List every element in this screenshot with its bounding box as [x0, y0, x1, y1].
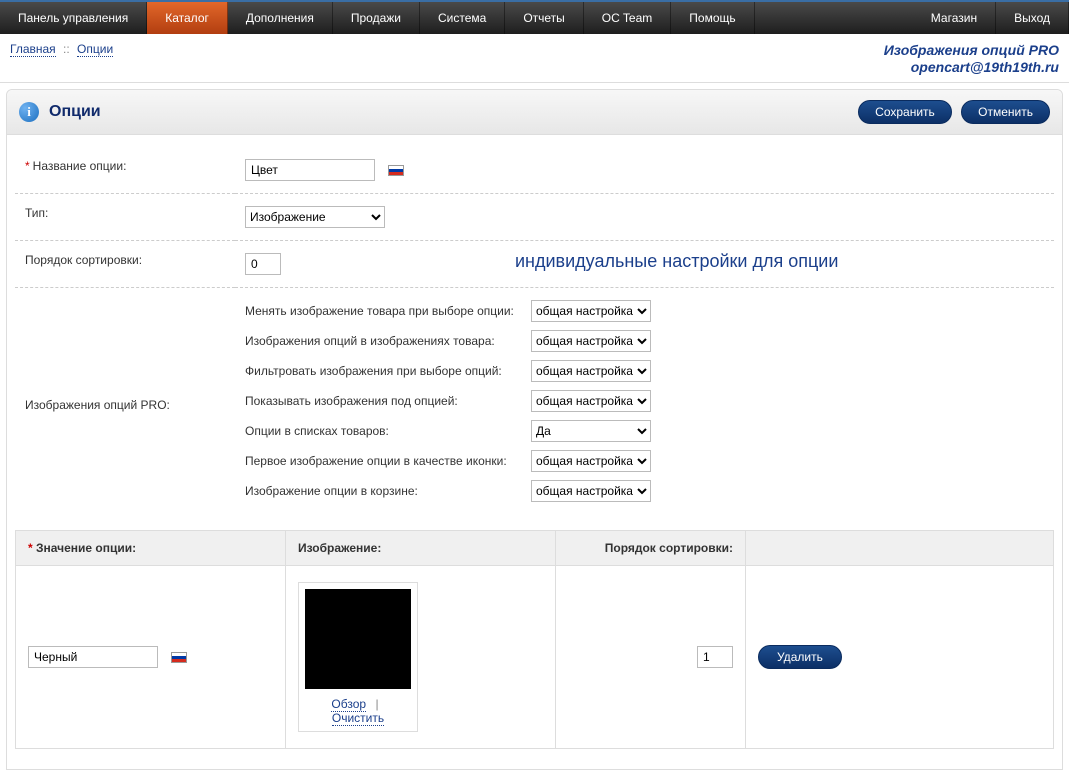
content-panel: i Опции Сохранить Отменить *Название опц…: [6, 89, 1063, 770]
breadcrumb: Главная :: Опции: [10, 42, 113, 56]
menu-store[interactable]: Магазин: [913, 2, 996, 34]
clear-link[interactable]: Очистить: [332, 711, 384, 726]
info-icon: i: [19, 102, 39, 122]
breadcrumb-current[interactable]: Опции: [77, 42, 113, 57]
flag-icon: [171, 652, 187, 663]
menu-extensions[interactable]: Дополнения: [228, 2, 333, 34]
col-actions: [746, 530, 1054, 565]
sort-order-label: Порядок сортировки:: [15, 240, 235, 287]
individual-settings-banner: индивидуальные настройки для опции: [515, 249, 838, 272]
pro-setting-select-2[interactable]: общая настройка: [531, 360, 651, 382]
content-header: i Опции Сохранить Отменить: [7, 90, 1062, 135]
top-menu-right: Магазин Выход: [913, 2, 1069, 34]
pro-setting-select-6[interactable]: общая настройка: [531, 480, 651, 502]
promo-line2: opencart@19th19th.ru: [884, 59, 1059, 76]
pro-setting-label: Опции в списках товаров:: [245, 424, 531, 438]
option-type-select[interactable]: Изображение: [245, 206, 385, 228]
col-sort: Порядок сортировки:: [556, 530, 746, 565]
col-value-name: * Значение опции:: [16, 530, 286, 565]
pro-settings-list: Менять изображение товара при выборе опц…: [245, 300, 1044, 502]
pro-setting-label: Изображения опций в изображениях товара:: [245, 334, 531, 348]
table-row: Обзор | Очистить Удалить: [16, 565, 1054, 748]
value-sort-input[interactable]: [697, 646, 733, 668]
pro-setting-select-4[interactable]: Да: [531, 420, 651, 442]
top-menu: Панель управления Каталог Дополнения Про…: [0, 0, 1069, 34]
option-values-section: * Значение опции: Изображение: Порядок с…: [7, 530, 1062, 769]
flag-icon: [388, 165, 404, 176]
promo-banner: Изображения опций PRO opencart@19th19th.…: [884, 42, 1059, 76]
top-menu-left: Панель управления Каталог Дополнения Про…: [0, 2, 755, 34]
menu-reports[interactable]: Отчеты: [505, 2, 583, 34]
pro-setting-select-3[interactable]: общая настройка: [531, 390, 651, 412]
page-title: Опции: [49, 103, 101, 121]
image-thumbnail[interactable]: [305, 589, 411, 689]
promo-line1: Изображения опций PRO: [884, 42, 1059, 59]
save-button[interactable]: Сохранить: [858, 100, 952, 124]
pro-setting-label: Менять изображение товара при выборе опц…: [245, 304, 531, 318]
menu-catalog[interactable]: Каталог: [147, 2, 228, 34]
option-values-table: * Значение опции: Изображение: Порядок с…: [15, 530, 1054, 749]
pro-setting-label: Первое изображение опции в качестве икон…: [245, 454, 531, 468]
image-thumbnail-box: Обзор | Очистить: [298, 582, 418, 732]
pro-setting-select-1[interactable]: общая настройка: [531, 330, 651, 352]
menu-octeam[interactable]: OC Team: [584, 2, 671, 34]
pro-setting-label: Фильтровать изображения при выборе опций…: [245, 364, 531, 378]
menu-logout[interactable]: Выход: [996, 2, 1069, 34]
pro-setting-label: Изображение опции в корзине:: [245, 484, 531, 498]
menu-help[interactable]: Помощь: [671, 2, 754, 34]
breadcrumb-row: Главная :: Опции Изображения опций PRO o…: [0, 34, 1069, 83]
delete-button[interactable]: Удалить: [758, 645, 842, 669]
option-form: *Название опции: Тип: Изображение Порядо…: [7, 135, 1062, 522]
menu-system[interactable]: Система: [420, 2, 505, 34]
menu-sales[interactable]: Продажи: [333, 2, 420, 34]
pro-setting-label: Показывать изображения под опцией:: [245, 394, 531, 408]
pro-settings-label: Изображения опций PRO:: [15, 287, 235, 522]
option-name-input[interactable]: [245, 159, 375, 181]
breadcrumb-separator: ::: [59, 42, 74, 56]
menu-dashboard[interactable]: Панель управления: [0, 2, 147, 34]
sort-order-input[interactable]: [245, 253, 281, 275]
col-image: Изображение:: [286, 530, 556, 565]
value-name-input[interactable]: [28, 646, 158, 668]
cancel-button[interactable]: Отменить: [961, 100, 1050, 124]
option-type-label: Тип:: [15, 193, 235, 240]
pro-setting-select-0[interactable]: общая настройка: [531, 300, 651, 322]
breadcrumb-home[interactable]: Главная: [10, 42, 56, 57]
browse-link[interactable]: Обзор: [331, 697, 366, 712]
option-name-label: *Название опции:: [15, 147, 235, 194]
pro-setting-select-5[interactable]: общая настройка: [531, 450, 651, 472]
